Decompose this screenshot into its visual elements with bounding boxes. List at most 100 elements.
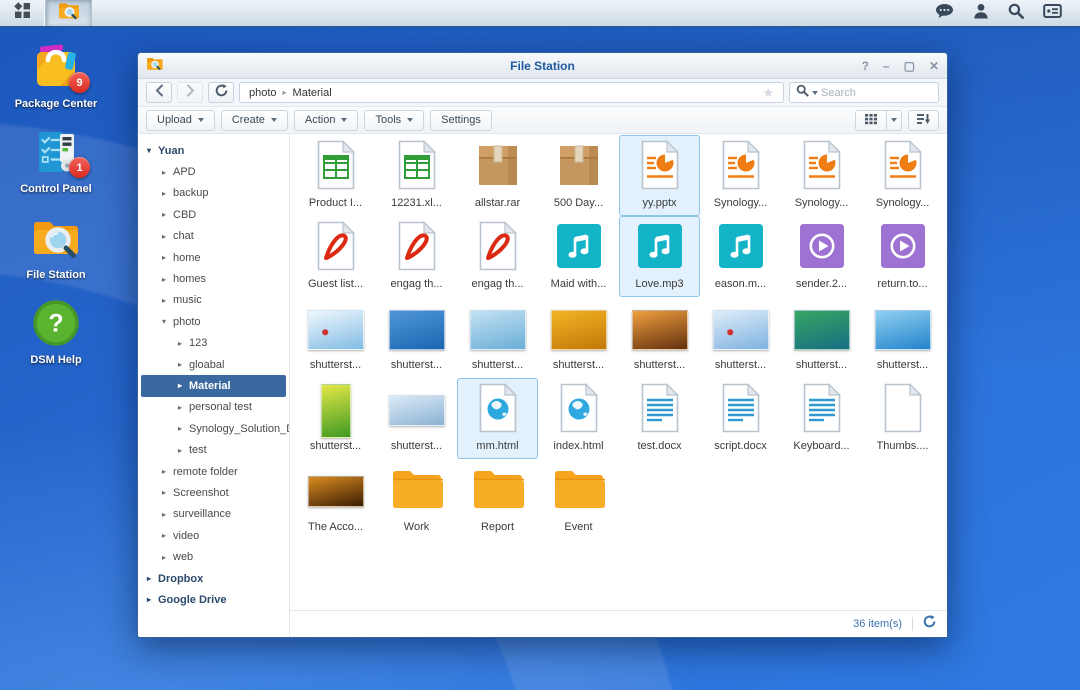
sidebar-item-home[interactable]: ▸ home bbox=[138, 247, 289, 268]
sidebar-item-personal-test[interactable]: ▸ personal test bbox=[138, 397, 289, 418]
sidebar-item-music[interactable]: ▸ music bbox=[138, 290, 289, 311]
expander-icon[interactable]: ▸ bbox=[178, 446, 189, 455]
file-item[interactable]: mm.html bbox=[457, 378, 538, 459]
action-button[interactable]: Action bbox=[294, 110, 359, 131]
sidebar-item-screenshot[interactable]: ▸ Screenshot bbox=[138, 482, 289, 503]
file-item[interactable]: shutterst... bbox=[700, 297, 781, 378]
tools-button[interactable]: Tools bbox=[364, 110, 424, 131]
expander-icon[interactable]: ▸ bbox=[162, 553, 173, 562]
global-search-button[interactable] bbox=[1008, 3, 1024, 24]
sidebar-item-google-drive[interactable]: ▸ Google Drive bbox=[138, 589, 289, 610]
file-item[interactable]: shutterst... bbox=[295, 297, 376, 378]
close-button[interactable]: ✕ bbox=[929, 60, 939, 72]
breadcrumb-material[interactable]: Material bbox=[293, 87, 332, 99]
sidebar-item-dropbox[interactable]: ▸ Dropbox bbox=[138, 568, 289, 589]
expander-icon[interactable]: ▾ bbox=[147, 146, 158, 155]
sidebar-item-chat[interactable]: ▸ chat bbox=[138, 226, 289, 247]
file-item[interactable]: 12231.xl... bbox=[376, 135, 457, 216]
file-item[interactable]: index.html bbox=[538, 378, 619, 459]
expander-icon[interactable]: ▸ bbox=[147, 595, 158, 604]
sidebar-item-web[interactable]: ▸ web bbox=[138, 546, 289, 567]
file-item[interactable]: yy.pptx bbox=[619, 135, 700, 216]
file-item[interactable]: shutterst... bbox=[457, 297, 538, 378]
file-item[interactable]: Synology... bbox=[862, 135, 943, 216]
minimize-button[interactable]: – bbox=[883, 60, 890, 72]
sidebar-item-apd[interactable]: ▸ APD bbox=[138, 161, 289, 182]
expander-icon[interactable]: ▸ bbox=[178, 403, 189, 412]
expander-icon[interactable]: ▸ bbox=[162, 467, 173, 476]
expander-icon[interactable]: ▸ bbox=[162, 531, 173, 540]
search-box[interactable] bbox=[789, 82, 939, 103]
file-item[interactable]: Product I... bbox=[295, 135, 376, 216]
breadcrumb-photo[interactable]: photo bbox=[249, 87, 277, 99]
file-item[interactable]: Work bbox=[376, 459, 457, 540]
file-item[interactable]: script.docx bbox=[700, 378, 781, 459]
sort-button[interactable] bbox=[908, 110, 939, 131]
view-mode-caret-button[interactable] bbox=[887, 110, 902, 131]
file-item[interactable]: Maid with... bbox=[538, 216, 619, 297]
file-item[interactable]: Synology... bbox=[781, 135, 862, 216]
favorite-star-icon[interactable]: ★ bbox=[762, 85, 774, 101]
expander-icon[interactable]: ▸ bbox=[162, 232, 173, 241]
sidebar-item-surveillance[interactable]: ▸ surveillance bbox=[138, 504, 289, 525]
sidebar-item-test[interactable]: ▸ test bbox=[138, 439, 289, 460]
file-item[interactable]: shutterst... bbox=[376, 297, 457, 378]
sidebar-item-synology-solution-d[interactable]: ▸ Synology_Solution_D bbox=[138, 418, 289, 439]
desktop-icon-package-center[interactable]: 9 Package Center bbox=[13, 42, 99, 111]
main-menu-button[interactable] bbox=[0, 0, 46, 26]
maximize-button[interactable]: ▢ bbox=[904, 60, 915, 72]
expander-icon[interactable]: ▸ bbox=[162, 210, 173, 219]
file-item[interactable]: shutterst... bbox=[781, 297, 862, 378]
file-item[interactable]: Report bbox=[457, 459, 538, 540]
file-item[interactable]: Event bbox=[538, 459, 619, 540]
file-item[interactable]: return.to... bbox=[862, 216, 943, 297]
file-item[interactable]: engag th... bbox=[376, 216, 457, 297]
sidebar-item-123[interactable]: ▸ 123 bbox=[138, 333, 289, 354]
expander-icon[interactable]: ▸ bbox=[162, 189, 173, 198]
file-item[interactable]: sender.2... bbox=[781, 216, 862, 297]
file-item[interactable]: Synology... bbox=[700, 135, 781, 216]
file-item[interactable]: Thumbs.... bbox=[862, 378, 943, 459]
help-button[interactable]: ? bbox=[862, 60, 869, 72]
notifications-button[interactable] bbox=[935, 3, 954, 24]
sidebar-item-material[interactable]: ▸ Material bbox=[141, 375, 286, 396]
file-station-task-button[interactable] bbox=[46, 0, 92, 26]
refresh-button[interactable] bbox=[208, 82, 234, 103]
back-button[interactable] bbox=[146, 82, 172, 103]
desktop-icon-dsm-help[interactable]: ? DSM Help bbox=[13, 298, 99, 367]
sidebar-item-photo[interactable]: ▾ photo bbox=[138, 311, 289, 332]
user-options-button[interactable] bbox=[973, 3, 989, 24]
file-item[interactable]: shutterst... bbox=[376, 378, 457, 459]
expander-icon[interactable]: ▸ bbox=[162, 253, 173, 262]
sidebar-item-backup[interactable]: ▸ backup bbox=[138, 183, 289, 204]
expander-icon[interactable]: ▾ bbox=[162, 317, 173, 326]
sidebar-item-homes[interactable]: ▸ homes bbox=[138, 268, 289, 289]
file-item[interactable]: shutterst... bbox=[538, 297, 619, 378]
sidebar-item-gloabal[interactable]: ▸ gloabal bbox=[138, 354, 289, 375]
settings-button[interactable]: Settings bbox=[430, 110, 492, 131]
file-item[interactable]: eason.m... bbox=[700, 216, 781, 297]
search-input[interactable] bbox=[821, 87, 932, 99]
expander-icon[interactable]: ▸ bbox=[178, 360, 189, 369]
create-button[interactable]: Create bbox=[221, 110, 288, 131]
file-item[interactable]: shutterst... bbox=[295, 378, 376, 459]
expander-icon[interactable]: ▸ bbox=[147, 574, 158, 583]
file-item[interactable]: allstar.rar bbox=[457, 135, 538, 216]
sidebar-item-remote-folder[interactable]: ▸ remote folder bbox=[138, 461, 289, 482]
file-item[interactable]: shutterst... bbox=[619, 297, 700, 378]
expander-icon[interactable]: ▸ bbox=[162, 510, 173, 519]
sidebar-item-yuan[interactable]: ▾ Yuan bbox=[138, 140, 289, 161]
file-item[interactable]: Guest list... bbox=[295, 216, 376, 297]
window-titlebar[interactable]: File Station ?–▢✕ bbox=[138, 53, 947, 79]
expander-icon[interactable]: ▸ bbox=[162, 168, 173, 177]
file-item[interactable]: engag th... bbox=[457, 216, 538, 297]
forward-button[interactable] bbox=[177, 82, 203, 103]
file-item[interactable]: Keyboard... bbox=[781, 378, 862, 459]
file-item[interactable]: 500 Day... bbox=[538, 135, 619, 216]
expander-icon[interactable]: ▸ bbox=[178, 339, 189, 348]
status-refresh-button[interactable] bbox=[923, 615, 936, 633]
expander-icon[interactable]: ▸ bbox=[162, 488, 173, 497]
breadcrumb[interactable]: photo ▸ Material ★ bbox=[239, 82, 784, 103]
view-mode-button[interactable] bbox=[855, 110, 887, 131]
pilot-view-button[interactable] bbox=[1043, 3, 1062, 24]
